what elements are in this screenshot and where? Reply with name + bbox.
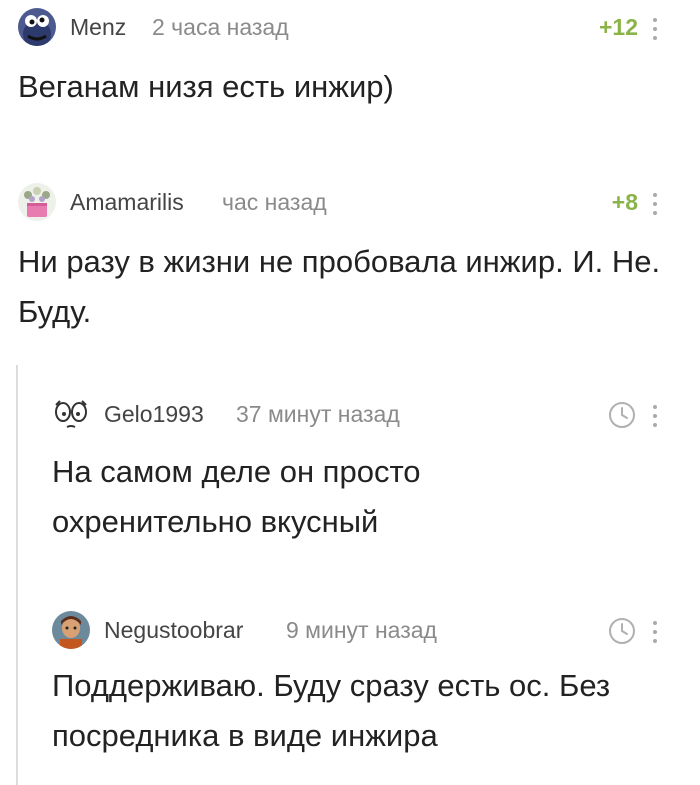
comment-rating: +8 xyxy=(611,189,638,215)
more-options-icon[interactable] xyxy=(651,193,659,219)
comment-author[interactable]: Gelo1993 xyxy=(104,401,204,428)
comment-rating: +12 xyxy=(598,14,638,40)
clock-icon xyxy=(609,618,635,644)
comment-time: 37 минут назад xyxy=(236,401,400,427)
flower-pot-avatar-icon xyxy=(18,183,56,221)
comment-author[interactable]: Amamarilis xyxy=(70,189,184,216)
comment-text: Поддерживаю. Буду сразу есть ос. Без пос… xyxy=(52,668,611,753)
portrait-avatar-icon xyxy=(52,611,90,649)
comment-author[interactable]: Menz xyxy=(70,14,126,41)
avatar[interactable] xyxy=(52,395,90,433)
sketch-face-avatar-icon xyxy=(52,395,90,433)
comment-text: Веганам низя есть инжир) xyxy=(18,69,394,104)
avatar[interactable] xyxy=(18,183,56,221)
thread-line xyxy=(16,365,18,785)
more-options-icon[interactable] xyxy=(651,621,659,647)
comment-text: На самом деле он просто охренительно вку… xyxy=(52,454,421,539)
comment-text: Ни разу в жизни не пробовала инжир. И. Н… xyxy=(18,244,661,329)
comment-author[interactable]: Negustoobrar xyxy=(104,617,243,644)
comment-time: 9 минут назад xyxy=(286,617,437,643)
avatar[interactable] xyxy=(52,611,90,649)
comment-time: 2 часа назад xyxy=(152,14,289,40)
clock-icon xyxy=(609,402,635,428)
avatar[interactable] xyxy=(18,8,56,46)
comment-time: час назад xyxy=(222,189,327,215)
more-options-icon[interactable] xyxy=(651,405,659,431)
more-options-icon[interactable] xyxy=(651,18,659,44)
cookie-monster-avatar-icon xyxy=(18,8,56,46)
